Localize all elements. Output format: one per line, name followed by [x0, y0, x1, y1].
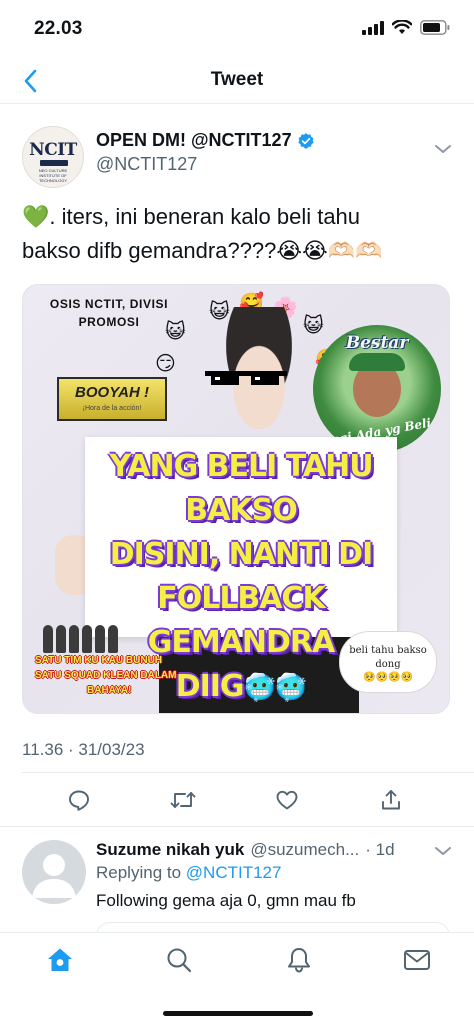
bubble-text: beli tahu bakso dong: [349, 645, 427, 670]
reply-author-row[interactable]: Suzume nikah yuk @suzumech... · 1d: [96, 840, 395, 860]
reply-text: Following gema aja 0, gmn mau fb: [96, 891, 356, 910]
tweet-actions: [22, 782, 450, 818]
reply-button[interactable]: [62, 783, 96, 817]
avatar-logo: NCIT: [29, 140, 77, 160]
author-name: OPEN DM! @NCTIT127: [96, 130, 292, 150]
wifi-icon: [392, 20, 412, 34]
booyah-subtext: ¡Hora de la acción!: [82, 405, 142, 412]
tweet-text-line-1: 💚. iters, ini beneran kalo beli tahu: [22, 204, 361, 229]
booyah-badge: BOOYAH ! ¡Hora de la acción!: [57, 377, 167, 421]
retweet-icon: [170, 792, 196, 808]
replying-to-label: Replying to: [96, 863, 182, 882]
speech-bubble: beli tahu bakso dong 🥺🥺🥺🥺: [339, 631, 437, 693]
tweet-media-image[interactable]: OSIS NCTIT, DIVISI PROMOSI 😺 🥰 🌸 😺 😺 😏 🥰…: [22, 284, 450, 714]
author-avatar[interactable]: NCIT NEO CULTURE INSTITUTE OF TECHNOLOGY: [22, 126, 84, 188]
tweet-menu-button[interactable]: [434, 142, 452, 160]
bell-icon: [288, 948, 310, 973]
sign-line-2: DISINI, NANTI DI: [109, 537, 374, 572]
tweet-text: 💚. iters, ini beneran kalo beli tahu bak…: [22, 200, 462, 268]
battery-icon: [420, 20, 450, 35]
default-avatar-icon: [32, 854, 76, 898]
tweet-header: NCIT NEO CULTURE INSTITUTE OF TECHNOLOGY…: [0, 118, 474, 188]
tab-messages[interactable]: [402, 945, 432, 975]
home-indicator: [163, 1011, 313, 1016]
nav-bar: Tweet: [0, 58, 474, 104]
reply-tweet[interactable]: Suzume nikah yuk @suzumech... · 1d Reply…: [0, 830, 474, 936]
sign-line-1: YANG BELI TAHU BAKSO: [109, 449, 373, 528]
avatar-logo-bar: [40, 160, 68, 166]
squad-line-1: SATU TIM KU KAU BUNUH: [35, 655, 163, 666]
search-icon: [167, 948, 192, 973]
like-button[interactable]: [270, 783, 304, 817]
sign-board: YANG BELI TAHU BAKSO DISINI, NANTI DI FO…: [85, 437, 397, 704]
tweet-text-line-2: bakso difb gemandra????😭😭🫶🏻🫶🏻: [22, 238, 383, 263]
home-icon: [48, 948, 72, 971]
status-icons: [362, 20, 450, 35]
share-button[interactable]: [374, 783, 408, 817]
reply-menu-button[interactable]: [434, 844, 452, 862]
tab-notifications[interactable]: [284, 945, 314, 975]
status-time: 22.03: [34, 18, 83, 39]
divider: [22, 772, 474, 773]
sign-emoji: 🥶🥶: [243, 673, 308, 703]
squad-caption: SATU TIM KU KAU BUNUH SATU SQUAD KLEAN D…: [35, 653, 205, 698]
reply-author-handle: @suzumech...: [250, 840, 360, 859]
share-icon: [382, 790, 400, 810]
divider: [0, 826, 474, 827]
author-handle[interactable]: @NCTIT127: [96, 154, 197, 175]
author-name-row[interactable]: OPEN DM! @NCTIT127: [96, 130, 315, 151]
bestar-title: Bestar: [345, 333, 409, 353]
chevron-down-icon: [435, 145, 451, 153]
tweet-timestamp: 11.36 · 31/03/23: [22, 740, 145, 759]
replying-to-mention[interactable]: @NCTIT127: [186, 863, 282, 882]
avatar-subtext: NEO CULTURE INSTITUTE OF TECHNOLOGY: [38, 168, 68, 183]
reply-icon: [69, 790, 89, 811]
reply-author-name: Suzume nikah yuk: [96, 840, 245, 859]
status-bar: 22.03: [0, 0, 474, 58]
retweet-button[interactable]: [166, 783, 200, 817]
tab-bar: [0, 932, 474, 1026]
reply-time: · 1d: [365, 840, 395, 859]
bubble-emoji: 🥺🥺🥺🥺: [363, 672, 413, 683]
page-title: Tweet: [210, 69, 264, 90]
heart-icon: [276, 790, 298, 810]
verified-badge-icon: [297, 132, 314, 149]
replying-to: Replying to @NCTIT127: [96, 863, 281, 883]
squad-line-2: SATU SQUAD KLEAN DALAM: [35, 670, 177, 681]
pixel-sunglasses: [205, 371, 287, 385]
signal-icon: [362, 20, 384, 35]
booyah-text: BOOYAH !: [75, 384, 149, 401]
reply-avatar[interactable]: [22, 840, 86, 904]
bestar-sticker: Bestar Lagi Ada yg Beli: [313, 325, 441, 453]
tab-search[interactable]: [164, 945, 194, 975]
mail-icon: [404, 950, 430, 970]
tab-home[interactable]: [45, 945, 75, 975]
squad-line-3: BAHAYA!: [87, 685, 132, 696]
squad-figures: [43, 625, 193, 653]
chevron-down-icon: [435, 847, 451, 855]
bestar-cap: [349, 353, 405, 371]
